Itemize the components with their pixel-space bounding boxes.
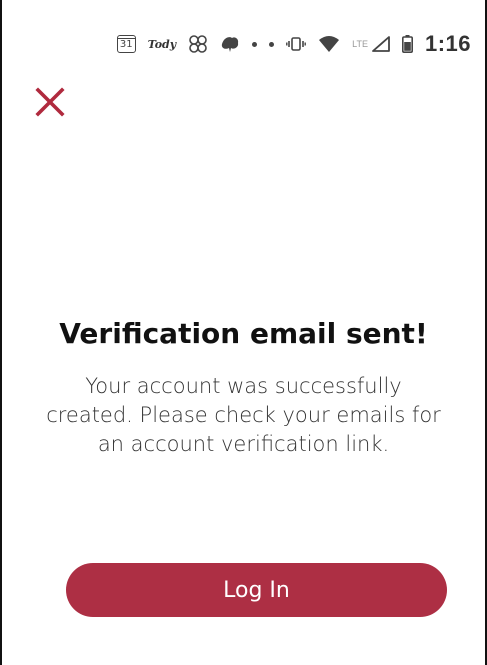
close-button[interactable]	[34, 86, 66, 118]
verification-content: Verification email sent! Your account wa…	[2, 314, 485, 459]
close-icon	[35, 87, 65, 117]
tody-app-icon: Tody	[147, 37, 177, 51]
log-in-button[interactable]: Log In	[66, 563, 447, 617]
screen: 31 Tody LTE 1:16 Verification email sent…	[0, 0, 487, 665]
pinwheel-icon	[188, 34, 208, 54]
signal-icon	[372, 36, 390, 52]
leaf-icon	[220, 35, 240, 53]
wifi-icon	[318, 35, 340, 53]
status-bar: 31 Tody LTE 1:16	[2, 26, 485, 62]
dot-icon	[269, 41, 275, 47]
calendar-icon: 31	[116, 35, 136, 53]
verification-message: Your account was successfully created. P…	[46, 374, 441, 456]
status-time: 1:16	[424, 31, 471, 56]
lte-icon: LTE	[352, 39, 368, 49]
battery-icon	[401, 35, 413, 53]
dot-icon	[252, 41, 258, 47]
page-title: Verification email sent!	[59, 317, 428, 350]
vibrate-icon	[286, 36, 307, 52]
